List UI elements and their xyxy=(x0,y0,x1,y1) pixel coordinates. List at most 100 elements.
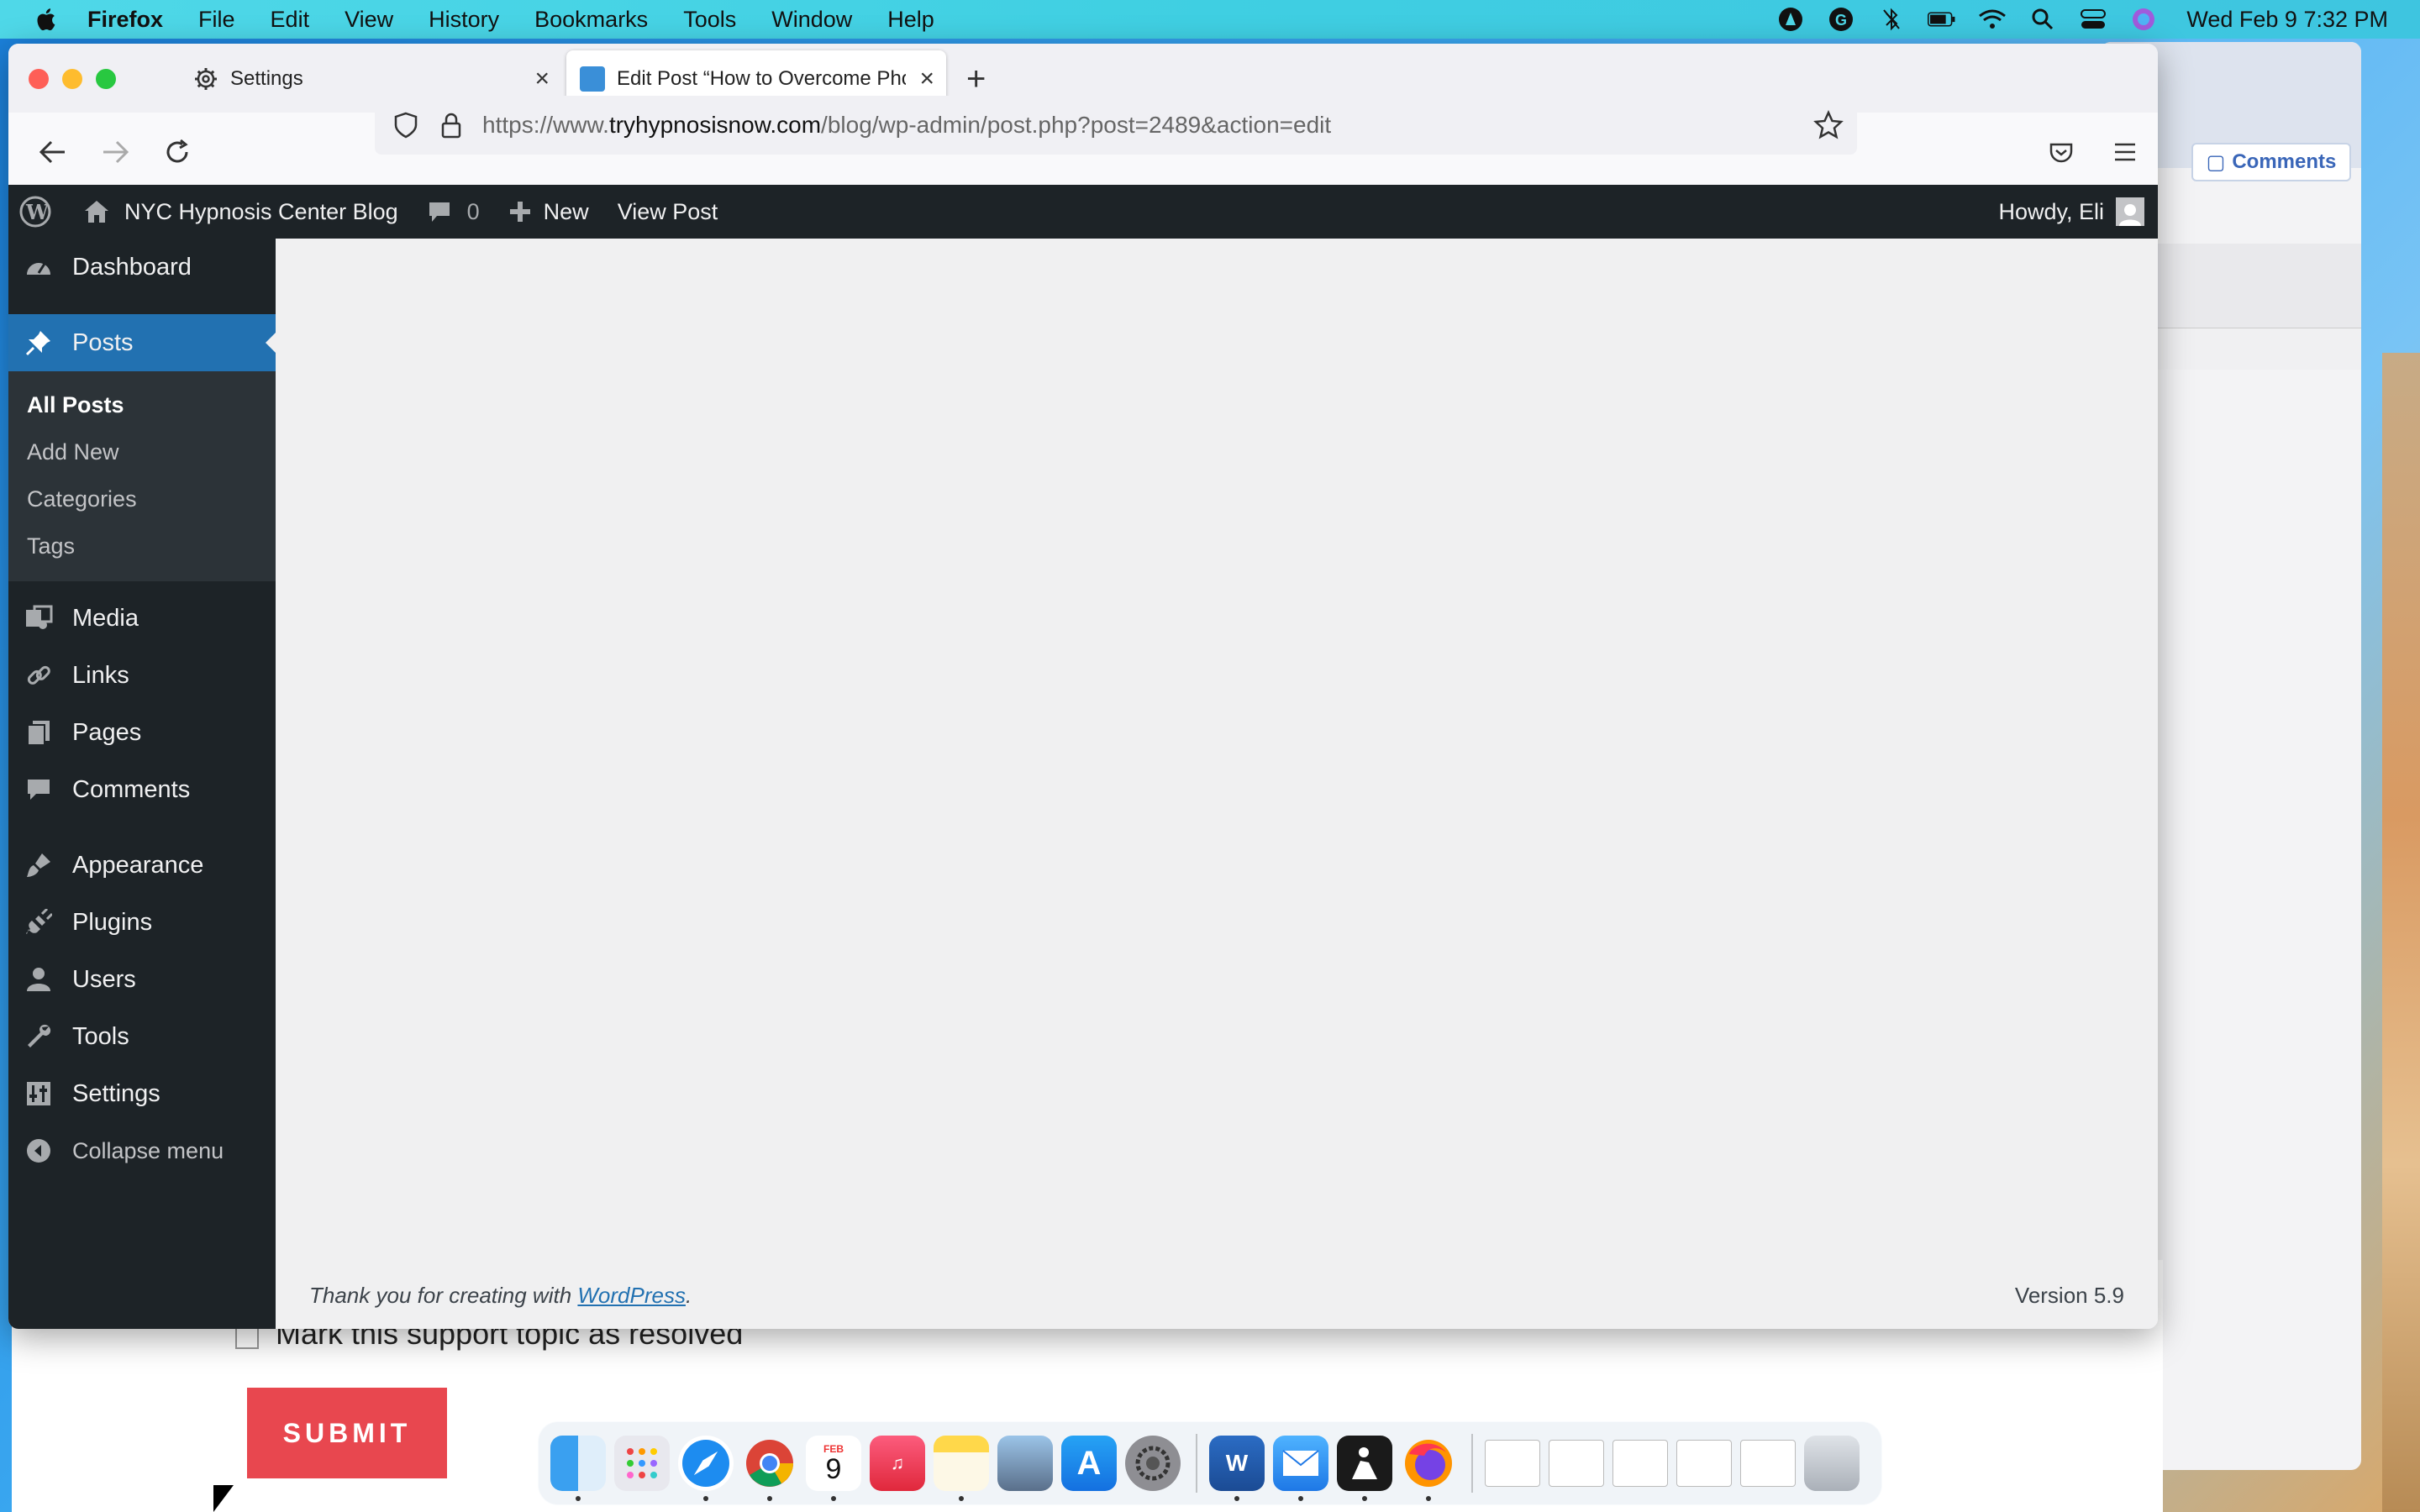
collapse-arrow-icon xyxy=(24,1136,54,1166)
sidebar-item-appearance[interactable]: Appearance xyxy=(8,837,276,894)
submenu-categories[interactable]: Categories xyxy=(8,475,276,522)
apple-icon[interactable] xyxy=(34,7,57,32)
menu-file[interactable]: File xyxy=(198,7,235,33)
reload-icon[interactable] xyxy=(158,133,197,171)
back-arrow-icon[interactable] xyxy=(34,133,72,171)
submenu-add-new[interactable]: Add New xyxy=(8,428,276,475)
menu-help[interactable]: Help xyxy=(887,7,934,33)
dock-finder-icon[interactable] xyxy=(550,1436,606,1501)
sidebar-item-plugins[interactable]: Plugins xyxy=(8,894,276,951)
background-comments-label: Comments xyxy=(2232,150,2337,173)
dock-minimized-window[interactable] xyxy=(1612,1440,1668,1487)
bluetooth-icon[interactable] xyxy=(1877,5,1906,34)
wp-admin-bar: W NYC Hypnosis Center Blog 0 New View Po… xyxy=(8,185,2158,239)
dock-safari-icon[interactable] xyxy=(678,1436,734,1501)
wifi-icon[interactable] xyxy=(1978,5,2007,34)
pocket-icon[interactable] xyxy=(2042,133,2081,171)
sidebar-item-pages[interactable]: Pages xyxy=(8,704,276,761)
dock-trash-icon[interactable] xyxy=(1804,1436,1860,1491)
wordpress-logo-icon[interactable]: W xyxy=(18,195,52,228)
home-icon xyxy=(85,201,108,223)
url-text[interactable]: https://www.tryhypnosisnow.com/blog/wp-a… xyxy=(482,112,1331,139)
comment-bubble-icon xyxy=(429,202,450,222)
account-menu[interactable]: Howdy, Eli xyxy=(1998,197,2144,226)
dock-preview-icon[interactable] xyxy=(997,1436,1053,1491)
background-editor-toolbar xyxy=(2151,244,2361,370)
sidebar-item-label: Users xyxy=(72,965,136,993)
dock-mail-icon[interactable] xyxy=(1273,1436,1328,1501)
tab-settings-close-icon[interactable]: × xyxy=(534,65,550,93)
sidebar-item-users[interactable]: Users xyxy=(8,951,276,1008)
avast-icon[interactable] xyxy=(1776,5,1805,34)
dock-notes-icon[interactable] xyxy=(934,1436,989,1501)
sidebar-item-media[interactable]: Media xyxy=(8,590,276,647)
macos-dock: FEB 9 ♫ A W xyxy=(538,1421,1882,1505)
siri-icon[interactable] xyxy=(2129,5,2158,34)
dock-minimized-window[interactable] xyxy=(1676,1440,1732,1487)
dock-minimized-window[interactable] xyxy=(1740,1440,1796,1487)
sidebar-item-settings[interactable]: Settings xyxy=(8,1065,276,1122)
submenu-tags[interactable]: Tags xyxy=(8,522,276,570)
comments-link[interactable]: 0 xyxy=(427,199,480,225)
media-icon xyxy=(24,603,54,633)
dock-kindle-icon[interactable] xyxy=(1337,1436,1392,1501)
window-minimize-button[interactable] xyxy=(62,69,82,89)
sidebar-item-posts[interactable]: Posts xyxy=(8,314,276,371)
app-name-menu[interactable]: Firefox xyxy=(87,7,163,33)
dock-minimized-window[interactable] xyxy=(1485,1440,1540,1487)
control-center-icon[interactable] xyxy=(2079,5,2107,34)
hamburger-menu-icon[interactable] xyxy=(2106,133,2144,171)
tab-edit-post-close-icon[interactable]: × xyxy=(919,65,934,93)
submit-button[interactable]: SUBMIT xyxy=(247,1388,447,1478)
avatar xyxy=(2116,197,2144,226)
forward-arrow-icon[interactable] xyxy=(96,133,134,171)
address-bar[interactable]: https://www.tryhypnosisnow.com/blog/wp-a… xyxy=(375,96,1857,155)
menu-view[interactable]: View xyxy=(345,7,393,33)
menu-history[interactable]: History xyxy=(429,7,499,33)
tracking-shield-icon[interactable] xyxy=(392,111,420,139)
resolved-checkbox[interactable] xyxy=(235,1326,259,1349)
running-indicator xyxy=(703,1496,708,1501)
dock-firefox-icon[interactable] xyxy=(1401,1436,1456,1501)
plug-icon xyxy=(24,907,54,937)
window-close-button[interactable] xyxy=(29,69,49,89)
site-name-link[interactable]: NYC Hypnosis Center Blog xyxy=(82,198,398,225)
menu-edit[interactable]: Edit xyxy=(271,7,310,33)
gear-icon xyxy=(195,68,217,90)
window-zoom-button[interactable] xyxy=(96,69,116,89)
spotlight-icon[interactable] xyxy=(2028,5,2057,34)
view-post-link[interactable]: View Post xyxy=(618,199,718,225)
wordpress-link[interactable]: WordPress xyxy=(577,1283,686,1308)
bookmark-star-icon[interactable] xyxy=(1813,109,1844,140)
dock-word-icon[interactable]: W xyxy=(1209,1436,1265,1501)
collapse-menu-button[interactable]: Collapse menu xyxy=(8,1122,276,1179)
dock-calendar-icon[interactable]: FEB 9 xyxy=(806,1436,861,1501)
sidebar-item-tools[interactable]: Tools xyxy=(8,1008,276,1065)
menu-window[interactable]: Window xyxy=(771,7,852,33)
sidebar-item-links[interactable]: Links xyxy=(8,647,276,704)
running-indicator xyxy=(1362,1496,1367,1501)
tab-edit-post-label: Edit Post “How to Overcome Phobias xyxy=(617,67,906,90)
dock-music-icon[interactable]: ♫ xyxy=(870,1436,925,1491)
paintbrush-icon xyxy=(24,850,54,880)
menubar-clock[interactable]: Wed Feb 9 7:32 PM xyxy=(2186,7,2388,33)
new-content-link[interactable]: New xyxy=(508,199,589,225)
sidebar-item-comments[interactable]: Comments xyxy=(8,761,276,818)
new-tab-plus-icon[interactable]: + xyxy=(966,60,986,98)
dock-app-store-icon[interactable]: A xyxy=(1061,1436,1117,1491)
background-comments-button[interactable]: ▢ Comments xyxy=(2191,143,2351,181)
menu-bookmarks[interactable]: Bookmarks xyxy=(534,7,648,33)
lock-icon[interactable] xyxy=(437,111,466,139)
dock-system-preferences-icon[interactable] xyxy=(1125,1436,1181,1491)
menu-tools[interactable]: Tools xyxy=(683,7,736,33)
battery-icon[interactable] xyxy=(1928,5,1956,34)
submenu-all-posts[interactable]: All Posts xyxy=(8,381,276,428)
grammarly-icon[interactable]: G xyxy=(1827,5,1855,34)
dock-chrome-icon[interactable] xyxy=(742,1436,797,1501)
sidebar-item-dashboard[interactable]: Dashboard xyxy=(8,239,276,296)
mouse-cursor-icon xyxy=(213,1485,234,1512)
running-indicator xyxy=(767,1496,772,1501)
dock-minimized-window[interactable] xyxy=(1549,1440,1604,1487)
dock-launchpad-icon[interactable] xyxy=(614,1436,670,1491)
